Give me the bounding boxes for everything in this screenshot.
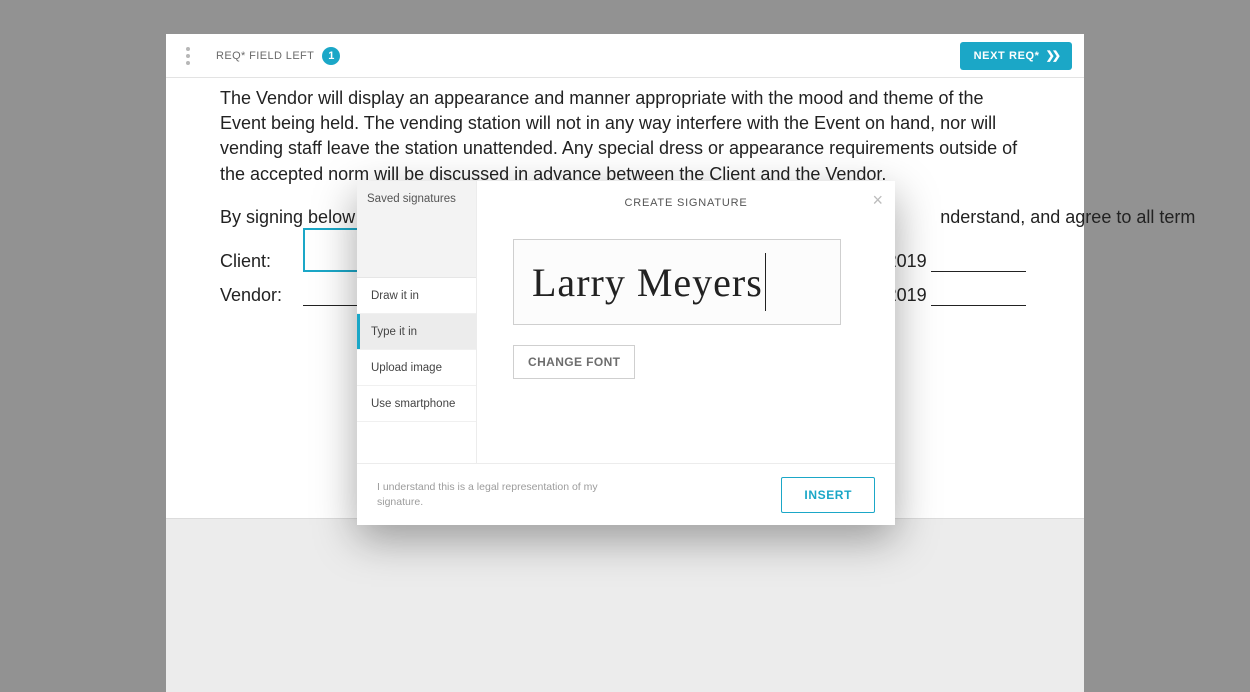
modal-content: × CREATE SIGNATURE Larry Meyers CHANGE F…: [477, 181, 895, 463]
sidebar-item-smartphone[interactable]: Use smartphone: [357, 386, 476, 422]
signature-method-sidebar: Saved signatures Draw it in Type it in U…: [357, 181, 477, 463]
sidebar-item-label: Upload image: [371, 362, 442, 374]
close-icon[interactable]: ×: [872, 191, 883, 209]
signature-text: Larry Meyers: [532, 259, 763, 306]
sidebar-item-upload[interactable]: Upload image: [357, 350, 476, 386]
saved-signatures-label: Saved signatures: [367, 193, 456, 205]
create-signature-modal: Saved signatures Draw it in Type it in U…: [357, 181, 895, 525]
text-caret-icon: [765, 253, 766, 311]
legal-disclaimer: I understand this is a legal representat…: [377, 480, 617, 508]
signature-input[interactable]: Larry Meyers: [513, 239, 841, 325]
modal-footer: I understand this is a legal representat…: [357, 463, 895, 525]
sidebar-item-draw[interactable]: Draw it in: [357, 278, 476, 314]
modal-title: CREATE SIGNATURE: [513, 197, 859, 209]
sidebar-item-label: Use smartphone: [371, 398, 455, 410]
sidebar-item-label: Type it in: [371, 326, 417, 338]
modal-overlay: Saved signatures Draw it in Type it in U…: [0, 0, 1250, 692]
sidebar-item-type[interactable]: Type it in: [357, 314, 476, 350]
insert-button[interactable]: INSERT: [781, 477, 875, 513]
change-font-button[interactable]: CHANGE FONT: [513, 345, 635, 379]
sidebar-item-label: Draw it in: [371, 290, 419, 302]
saved-signatures-section[interactable]: Saved signatures: [357, 181, 476, 278]
